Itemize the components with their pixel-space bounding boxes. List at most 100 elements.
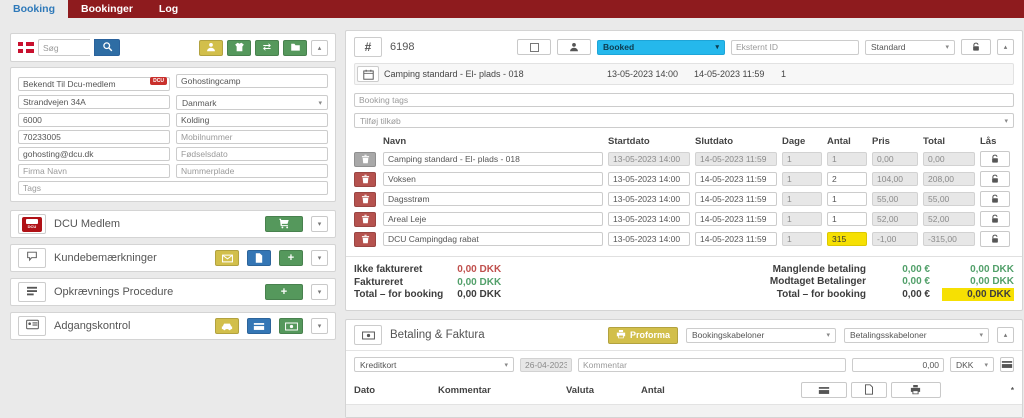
company-input[interactable] — [18, 164, 170, 178]
phone-input[interactable] — [18, 130, 170, 144]
tab-bookinger[interactable]: Bookinger — [68, 0, 146, 18]
lock-row-button[interactable] — [980, 211, 1010, 227]
mobile-input[interactable] — [176, 130, 328, 144]
customer-account-button[interactable] — [199, 40, 223, 56]
row-start-input[interactable] — [608, 212, 690, 226]
lock-row-button[interactable] — [980, 151, 1010, 167]
delete-row-button[interactable] — [354, 232, 376, 247]
payment-method-select[interactable]: Kreditkort ▾ — [354, 357, 514, 372]
calendar-icon — [357, 66, 379, 82]
row-qty-input[interactable] — [827, 232, 867, 246]
currency-select[interactable]: DKK ▾ — [950, 357, 994, 372]
collapse-booking-button[interactable]: ▴ — [997, 39, 1014, 55]
booking-tags-input[interactable] — [354, 93, 1014, 107]
send-email-button[interactable] — [215, 250, 239, 266]
row-qty-input[interactable] — [827, 172, 867, 186]
expand-access-button[interactable]: ▾ — [311, 318, 328, 334]
known-to-input[interactable] — [18, 77, 170, 91]
plate-input[interactable] — [176, 164, 328, 178]
template-select-value: Standard — [871, 42, 906, 52]
delete-row-button[interactable] — [354, 172, 376, 187]
zip-input[interactable] — [18, 113, 170, 127]
charge-card-button[interactable] — [1000, 357, 1014, 372]
birthdate-input[interactable] — [176, 147, 328, 161]
tab-booking[interactable]: Booking — [0, 0, 68, 18]
section-adgangskontrol: Adgangskontrol ▾ — [10, 312, 336, 340]
customer-form-grid: DCU Danmark ▾ — [18, 74, 328, 195]
pay-col-comment: Kommentar — [438, 385, 566, 396]
payment-amount-input[interactable] — [852, 358, 944, 372]
section-opkraevnings-procedure: Opkrævnings Procedure + ▾ — [10, 278, 336, 306]
pay-by-card-button[interactable] — [801, 382, 847, 398]
expand-procedure-button[interactable]: ▾ — [311, 284, 328, 300]
delete-row-button[interactable] — [354, 212, 376, 227]
chevron-down-icon: ▾ — [318, 99, 322, 107]
proforma-button[interactable]: Proforma — [608, 327, 678, 344]
delete-row-button[interactable] — [354, 192, 376, 207]
lock-row-button[interactable] — [980, 231, 1010, 247]
select-booking-button[interactable] — [517, 39, 551, 55]
access-card-button[interactable] — [247, 318, 271, 334]
chevron-down-icon: ▾ — [318, 322, 322, 330]
status-select-value: Booked — [603, 42, 634, 52]
row-start-input[interactable] — [608, 172, 690, 186]
row-end-input[interactable] — [695, 232, 777, 246]
address-input[interactable] — [18, 95, 170, 109]
unlock-booking-button[interactable] — [961, 39, 991, 55]
payment-comment-input[interactable] — [578, 358, 846, 372]
tab-log[interactable]: Log — [146, 0, 191, 18]
assign-guest-button[interactable] — [557, 39, 591, 55]
add-procedure-button[interactable]: + — [265, 284, 303, 300]
customer-tags-input[interactable] — [18, 181, 328, 195]
customer-clothing-button[interactable] — [227, 40, 251, 56]
row-end-input[interactable] — [695, 192, 777, 206]
row-total-input — [923, 152, 975, 166]
status-select[interactable]: Booked ▾ — [597, 40, 725, 55]
external-id-input[interactable] — [731, 40, 859, 55]
row-start-input[interactable] — [608, 232, 690, 246]
lock-row-button[interactable] — [980, 191, 1010, 207]
delete-row-button[interactable] — [354, 152, 376, 167]
booking-number: 6198 — [390, 41, 414, 53]
row-name-input[interactable] — [383, 172, 603, 186]
collapse-customer-button[interactable]: ▴ — [311, 40, 328, 56]
unlock-icon — [990, 232, 1000, 247]
expand-dcu-button[interactable]: ▾ — [311, 216, 328, 232]
invoice-document-button[interactable] — [851, 382, 887, 398]
row-name-input[interactable] — [383, 212, 603, 226]
pay-col-currency: Valuta — [566, 385, 641, 396]
view-notes-button[interactable] — [247, 250, 271, 266]
invoice-value: 0,00 DKK — [457, 264, 501, 276]
row-qty-input[interactable] — [827, 212, 867, 226]
country-select[interactable]: Danmark ▾ — [176, 95, 328, 110]
row-end-input[interactable] — [695, 212, 777, 226]
col-header-lock: Lås — [980, 136, 1014, 147]
row-start-input[interactable] — [608, 192, 690, 206]
customer-name-input[interactable] — [176, 74, 328, 88]
email-input[interactable] — [18, 147, 170, 161]
lock-row-button[interactable] — [980, 171, 1010, 187]
section-kundebemaerkninger: Kundebemærkninger + ▾ — [10, 244, 336, 272]
payment-total-dkk: 0,00 DKK — [942, 264, 1014, 275]
add-note-button[interactable]: + — [279, 250, 303, 266]
customer-transfer-button[interactable]: ⇄ — [255, 40, 279, 56]
row-name-input[interactable] — [383, 152, 603, 166]
search-button[interactable] — [94, 39, 120, 56]
row-end-input[interactable] — [695, 172, 777, 186]
template-select[interactable]: Standard ▾ — [865, 40, 955, 55]
addon-select[interactable]: Tilføj tilkøb ▾ — [354, 113, 1014, 128]
customer-search-input[interactable] — [38, 39, 90, 56]
collapse-payment-button[interactable]: ▴ — [997, 327, 1014, 343]
row-name-input[interactable] — [383, 232, 603, 246]
access-pass-button[interactable] — [279, 318, 303, 334]
dcu-cart-button[interactable] — [265, 216, 303, 232]
vehicle-access-button[interactable] — [215, 318, 239, 334]
expand-notes-button[interactable]: ▾ — [311, 250, 328, 266]
print-button[interactable] — [891, 382, 941, 398]
city-input[interactable] — [176, 113, 328, 127]
customer-folder-button[interactable] — [283, 40, 307, 56]
booking-templates-select[interactable]: Bookingskabeloner ▾ — [686, 328, 836, 343]
payment-templates-select[interactable]: Betalingsskabeloner ▾ — [844, 328, 989, 343]
row-qty-input[interactable] — [827, 192, 867, 206]
row-name-input[interactable] — [383, 192, 603, 206]
